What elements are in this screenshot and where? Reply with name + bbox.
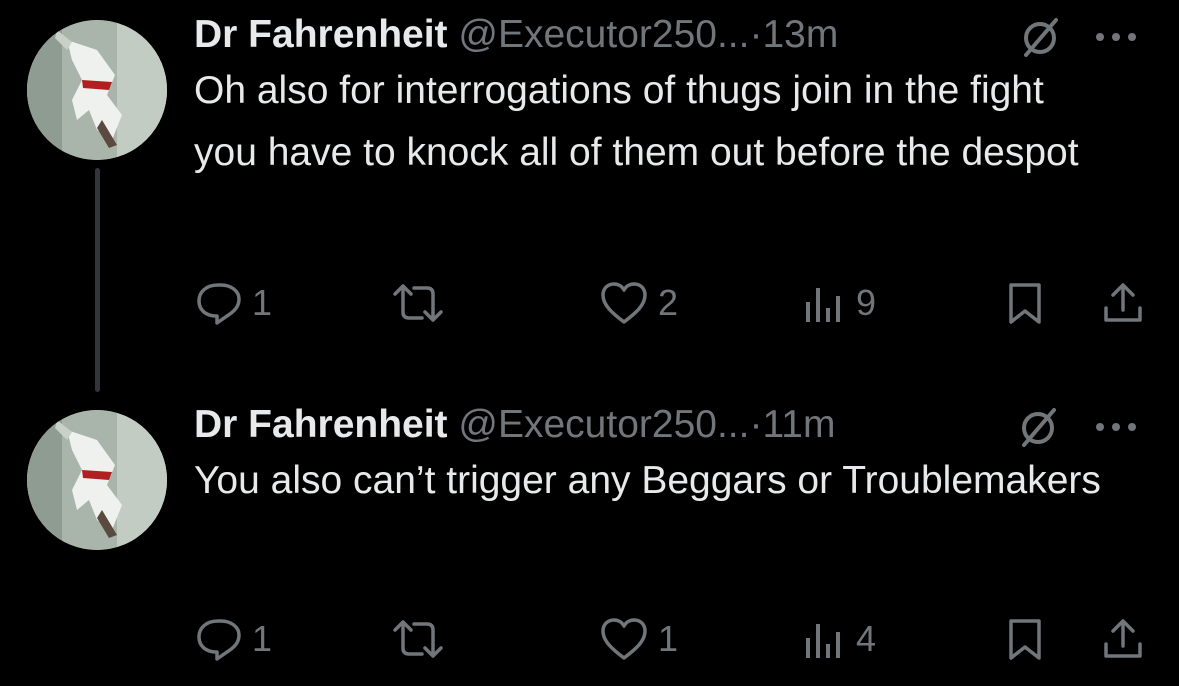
verified-slash-icon[interactable] [1016,407,1060,447]
tweet-header: Dr Fahrenheit @Executor250...·13m [194,10,1159,60]
tweet-actions: 1 2 9 [194,278,1154,328]
retweet-button[interactable] [390,614,454,664]
tweet-header: Dr Fahrenheit @Executor250...·11m [194,400,1159,450]
views-icon [806,288,840,322]
separator-dot: · [749,13,763,56]
verified-slash-icon[interactable] [1018,17,1062,57]
share-button[interactable] [1100,278,1146,328]
retweet-icon [393,284,443,322]
reply-icon [197,619,241,661]
retweet-button[interactable] [390,278,454,328]
tweet-content: Dr Fahrenheit @Executor250...·13m Oh als… [194,10,1159,184]
like-count: 2 [658,282,679,323]
reply-count: 1 [252,282,273,323]
share-icon [1104,283,1142,322]
views-button[interactable]: 4 [800,614,876,664]
heart-icon [601,282,647,324]
share-button[interactable] [1100,614,1146,664]
bookmark-button[interactable] [1002,278,1048,328]
author-handle[interactable]: @Executor250... [458,13,749,56]
retweet-icon [393,620,443,658]
tweet-thread: Dr Fahrenheit @Executor250...·13m Oh als… [0,0,1179,686]
like-count: 1 [658,618,679,659]
tweet[interactable]: Dr Fahrenheit @Executor250...·11m You al… [0,392,1179,686]
more-dots-icon[interactable] [1094,32,1138,42]
share-icon [1104,619,1142,658]
bookmark-button[interactable] [1002,614,1048,664]
avatar[interactable] [27,410,167,550]
author-handle[interactable]: @Executor250... [458,403,749,446]
avatar-image [27,20,167,160]
views-icon [806,624,840,658]
view-count: 9 [856,282,877,323]
author-name[interactable]: Dr Fahrenheit [194,13,448,56]
views-button[interactable]: 9 [800,278,876,328]
reply-button[interactable]: 1 [194,278,272,328]
tweet-time[interactable]: 11m [762,403,835,446]
bookmark-icon [1009,619,1041,660]
view-count: 4 [856,618,877,659]
separator-dot: · [749,403,763,446]
tweet-text: You also can’t trigger any Beggars or Tr… [194,459,1101,502]
reply-count: 1 [252,618,273,659]
heart-icon [601,618,647,660]
reply-icon [197,283,241,325]
avatar[interactable] [27,20,167,160]
reply-button[interactable]: 1 [194,614,272,664]
tweet-text: Oh also for interrogations of thugs join… [194,69,1079,174]
tweet[interactable]: Dr Fahrenheit @Executor250...·13m Oh als… [0,0,1179,392]
like-button[interactable]: 2 [598,278,678,328]
more-dots-icon[interactable] [1094,422,1138,432]
tweet-content: Dr Fahrenheit @Executor250...·11m You al… [194,400,1159,512]
like-button[interactable]: 1 [598,614,678,664]
tweet-actions: 1 1 4 [194,614,1154,664]
tweet-time[interactable]: 13m [762,13,838,56]
author-name[interactable]: Dr Fahrenheit [194,403,448,446]
bookmark-icon [1009,283,1041,324]
avatar-image [27,410,167,550]
